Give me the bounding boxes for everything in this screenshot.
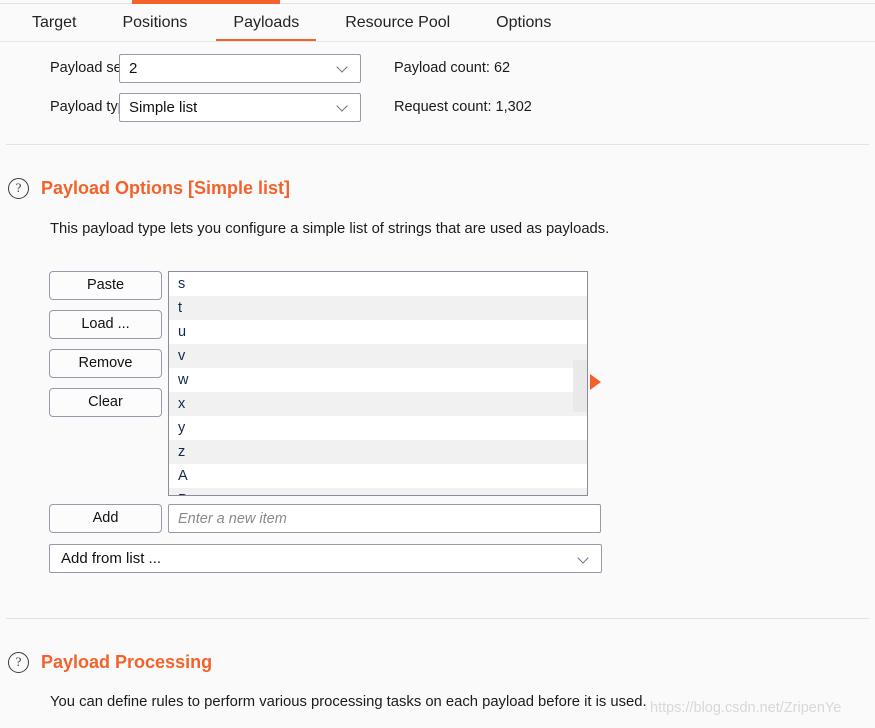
play-triangle-icon [590, 374, 601, 390]
payload-set-row: Payload set: 2 Payload count: 62 [0, 52, 875, 84]
list-item[interactable]: z [169, 440, 587, 464]
payload-processing-title: Payload Processing [41, 652, 213, 672]
payload-processing-description: You can define rules to perform various … [50, 694, 647, 710]
payload-set-value: 2 [129, 59, 138, 77]
payload-list-scrollbar[interactable] [573, 272, 587, 495]
paste-button[interactable]: Paste [49, 271, 162, 300]
payload-count-value: 62 [493, 60, 511, 76]
list-item[interactable]: w [169, 368, 587, 392]
list-item[interactable]: x [169, 392, 587, 416]
list-item[interactable]: v [169, 344, 587, 368]
tab-label: Positions [122, 14, 188, 31]
remove-button[interactable]: Remove [49, 349, 162, 378]
tab-bar-baseline [0, 41, 875, 42]
payload-type-row: Payload type: Simple list Request count:… [0, 91, 875, 123]
request-count-label: Request count: [394, 99, 492, 115]
tab-label: Resource Pool [345, 14, 451, 31]
tab-bar: Target Positions Payloads Resource Pool … [0, 4, 875, 42]
chevron-down-icon [338, 62, 349, 73]
list-item[interactable]: B [169, 488, 587, 495]
payload-list-scroll-thumb[interactable] [573, 360, 587, 412]
watermark: https://blog.csdn.net/ZripenYe [650, 700, 842, 716]
request-count-value: 1,302 [495, 99, 532, 115]
tab-options[interactable]: Options [473, 4, 574, 42]
payload-options-heading: ? Payload Options [Simple list] [8, 178, 290, 199]
tab-label: Options [496, 14, 552, 31]
tab-target[interactable]: Target [9, 4, 99, 42]
chevron-down-icon [338, 101, 349, 112]
add-from-list-value: Add from list ... [61, 550, 162, 567]
add-item-row: Add [49, 504, 601, 533]
tab-list: Target Positions Payloads Resource Pool … [0, 4, 875, 42]
list-item[interactable]: t [169, 296, 587, 320]
payload-list-buttons: Paste Load ... Remove Clear [49, 271, 162, 427]
payload-options-description: This payload type lets you configure a s… [50, 221, 610, 237]
list-item[interactable]: y [169, 416, 587, 440]
payload-count-label: Payload count: [394, 60, 490, 76]
list-item[interactable]: A [169, 464, 587, 488]
tab-payloads[interactable]: Payloads [210, 4, 322, 42]
request-count: Request count: 1,302 [361, 99, 532, 115]
payload-set-label: Payload set: [50, 60, 130, 76]
new-item-input[interactable] [168, 504, 601, 533]
payload-count: Payload count: 62 [361, 60, 510, 76]
chevron-down-icon [579, 553, 590, 564]
add-button[interactable]: Add [49, 504, 162, 533]
list-item[interactable]: u [169, 320, 587, 344]
tab-label: Target [32, 14, 77, 31]
payload-list[interactable]: s t u v w x y z A B [168, 271, 588, 496]
clear-button[interactable]: Clear [49, 388, 162, 417]
load-button[interactable]: Load ... [49, 310, 162, 339]
payload-processing-heading: ? Payload Processing [8, 652, 212, 673]
section-divider-bottom [6, 618, 869, 619]
section-divider-top [6, 144, 869, 145]
tab-positions[interactable]: Positions [99, 4, 210, 42]
payload-type-label: Payload type: [50, 99, 138, 115]
tab-resource-pool[interactable]: Resource Pool [322, 4, 473, 42]
question-mark-icon[interactable]: ? [8, 652, 29, 673]
payload-set-form: Payload set: 2 Payload count: 62 Payload … [0, 52, 875, 130]
question-mark-icon[interactable]: ? [8, 178, 29, 199]
tab-label: Payloads [233, 14, 300, 31]
payload-set-select[interactable]: 2 [119, 53, 361, 83]
list-item[interactable]: s [169, 272, 587, 296]
payload-options-title: Payload Options [Simple list] [41, 178, 291, 198]
payload-type-select[interactable]: Simple list [119, 92, 361, 122]
add-from-list-select[interactable]: Add from list ... [49, 544, 602, 573]
payload-type-value: Simple list [129, 98, 198, 116]
